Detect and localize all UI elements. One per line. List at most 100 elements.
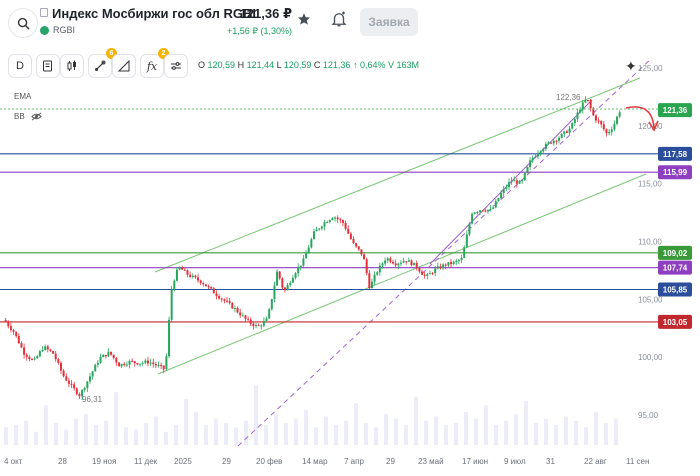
timeframe-button[interactable]: D xyxy=(8,54,32,78)
candle-body xyxy=(73,384,76,389)
candle-body xyxy=(439,266,442,269)
volume-bar xyxy=(494,425,498,445)
candle-body xyxy=(407,260,410,262)
order-button[interactable]: Заявка xyxy=(360,8,418,36)
x-axis-tick-label: 11 сен xyxy=(626,457,649,466)
candle-body xyxy=(370,281,373,289)
volume-bar xyxy=(324,416,328,445)
candle-body xyxy=(46,346,49,350)
channel-lower-line[interactable] xyxy=(157,173,647,375)
indicator-bb-label: BB xyxy=(14,112,25,121)
candle-body xyxy=(278,271,281,279)
candle-body xyxy=(315,229,318,232)
candle-body xyxy=(560,133,563,138)
candle-body xyxy=(492,207,495,209)
candle-body xyxy=(299,265,302,268)
notes-icon xyxy=(43,60,52,72)
hidden-eye-icon[interactable] xyxy=(31,112,42,121)
candle-body xyxy=(373,274,376,282)
candle-body xyxy=(247,318,250,320)
candle-body xyxy=(421,271,424,275)
instrument-logo-icon xyxy=(40,25,49,35)
ruler-tool-button[interactable] xyxy=(112,54,136,78)
candle-body xyxy=(536,153,539,157)
candle-body xyxy=(423,274,426,276)
candle-body xyxy=(497,198,500,202)
chart-type-button[interactable] xyxy=(60,54,84,78)
candle-body xyxy=(197,277,200,281)
candle-body xyxy=(33,358,36,360)
volume-bar xyxy=(384,414,388,445)
volume-bar xyxy=(404,425,408,445)
candle-body xyxy=(568,128,571,133)
search-button[interactable] xyxy=(8,8,38,38)
candle-body xyxy=(594,115,597,121)
volume-bar xyxy=(284,423,288,445)
level-price-label: 105,85 xyxy=(663,286,688,295)
volume-bar xyxy=(374,427,378,445)
volume-bar xyxy=(334,425,338,445)
ai-assistant-icon[interactable]: ✦ xyxy=(625,58,637,75)
volume-bar xyxy=(304,409,308,445)
candle-body xyxy=(357,246,360,250)
candle-body xyxy=(170,289,173,320)
candle-body xyxy=(244,315,247,319)
x-axis-tick-label: 29 xyxy=(386,457,395,466)
candle-body xyxy=(133,361,136,364)
lock-icon xyxy=(40,8,48,17)
candle-body xyxy=(428,273,431,275)
candle-body xyxy=(544,143,547,149)
volume-bar xyxy=(294,418,298,445)
candle-body xyxy=(447,262,450,266)
candle-body xyxy=(410,260,413,266)
candle-body xyxy=(210,286,213,289)
chart-notes-button[interactable] xyxy=(36,54,60,78)
candle-body xyxy=(49,349,52,351)
volume-bar xyxy=(354,403,358,445)
chart-settings-button[interactable] xyxy=(164,54,188,78)
candle-body xyxy=(613,123,616,130)
candle-body xyxy=(310,239,313,248)
volume-bar xyxy=(134,429,138,445)
candle-body xyxy=(281,278,284,288)
volume-bar xyxy=(94,425,98,445)
volume-bar xyxy=(234,427,238,445)
indicators-button[interactable]: fx 2 xyxy=(140,48,169,78)
volume-bar xyxy=(254,385,258,445)
alert-bell-icon[interactable] xyxy=(330,10,348,28)
candle-body xyxy=(616,116,619,124)
volume-bar xyxy=(34,431,38,445)
trend-line-dashed[interactable] xyxy=(237,57,653,447)
current-price: 121,36 ₽ xyxy=(239,6,292,21)
volume-bar xyxy=(84,414,88,445)
indicator-bb-row[interactable]: BB xyxy=(14,112,42,121)
trend-line-solid[interactable] xyxy=(429,99,593,265)
volume-bar xyxy=(344,420,348,445)
volume-bar xyxy=(534,423,538,445)
candle-body xyxy=(584,100,587,103)
candle-body xyxy=(199,280,202,284)
candle-body xyxy=(62,370,65,377)
volume-bar xyxy=(464,412,468,445)
channel-upper-line[interactable] xyxy=(154,77,641,273)
indicator-ema-row[interactable]: EMA xyxy=(14,92,31,101)
volume-bar xyxy=(24,420,28,445)
candle-body xyxy=(384,260,387,264)
favorite-star-icon[interactable] xyxy=(297,12,311,26)
candle-body xyxy=(233,307,236,309)
candle-body xyxy=(394,263,397,266)
candle-body xyxy=(102,354,105,358)
timeframe-label: D xyxy=(16,60,24,72)
level-price-label: 109,02 xyxy=(663,249,688,258)
volume-bar xyxy=(264,425,268,445)
volume-bar xyxy=(174,425,178,445)
candle-body xyxy=(223,299,226,301)
high-label: H xyxy=(237,60,245,70)
candle-body xyxy=(212,288,215,294)
volume-bar xyxy=(454,423,458,445)
candle-body xyxy=(283,287,286,291)
candle-body xyxy=(571,122,574,129)
candle-body xyxy=(94,364,97,372)
candle-body xyxy=(125,364,128,366)
drawing-tools-button[interactable]: 6 xyxy=(88,48,117,78)
